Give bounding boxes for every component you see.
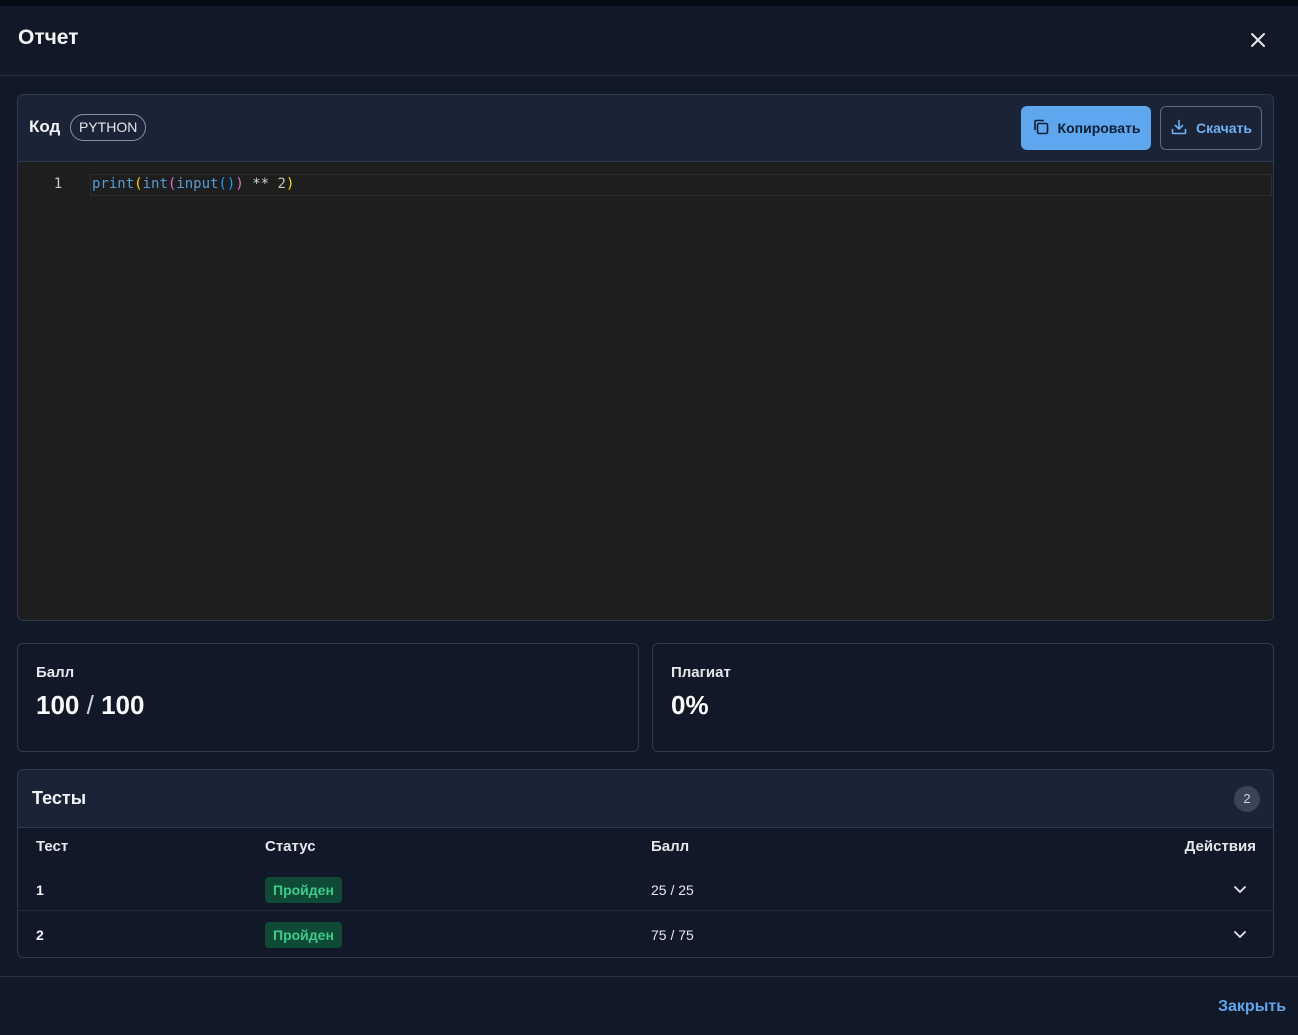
plagiarism-value: 0% [671, 690, 709, 720]
table-row: 1 Пройден 25 / 25 [18, 866, 1273, 911]
score-value: 100 / 100 [36, 690, 144, 721]
modal-footer: Закрыть [0, 976, 1298, 1035]
modal-header: Отчет [0, 6, 1298, 76]
table-row: 2 Пройден 75 / 75 [18, 911, 1273, 956]
download-button[interactable]: Скачать [1160, 106, 1262, 150]
copy-icon [1032, 118, 1050, 139]
copy-button[interactable]: Копировать [1021, 106, 1151, 150]
code-token: ) [235, 176, 244, 192]
code-token: 2 [277, 176, 286, 192]
code-line: 1 print(int(input()) ** 2) [18, 174, 1273, 196]
plagiarism-label: Плагиат [671, 664, 731, 681]
status-badge: Пройден [265, 922, 342, 948]
modal-title: Отчет [18, 26, 79, 49]
download-icon [1170, 118, 1188, 139]
close-icon[interactable] [1246, 28, 1270, 52]
code-token: ** [243, 176, 278, 192]
plagiarism-card: Плагиат 0% [652, 643, 1274, 752]
test-number: 1 [36, 882, 44, 898]
tests-header: Тесты 2 [18, 770, 1273, 828]
download-button-label: Скачать [1196, 120, 1252, 136]
code-panel: Код PYTHON Копировать Скачать 1 print(in… [17, 94, 1274, 621]
code-token: ) [285, 176, 295, 192]
tests-panel: Тесты 2 Тест Статус Балл Действия 1 Прой… [17, 769, 1274, 958]
column-header-score: Балл [651, 838, 690, 855]
score-earned: 100 [36, 690, 80, 720]
tests-count-badge: 2 [1234, 786, 1260, 812]
tests-title: Тесты [32, 788, 87, 808]
close-button[interactable]: Закрыть [1218, 998, 1286, 1016]
copy-button-label: Копировать [1057, 120, 1141, 136]
code-token: int [142, 176, 168, 192]
score-label: Балл [36, 664, 75, 681]
language-chip: PYTHON [70, 114, 147, 141]
code-token: input [176, 176, 219, 192]
chevron-down-icon[interactable] [1231, 925, 1249, 943]
code-label: Код [29, 117, 61, 136]
score-separator: / [79, 690, 102, 720]
score-card: Балл 100 / 100 [17, 643, 639, 752]
report-modal: Отчет Код PYTHON Копировать Скачать 1 pr… [0, 6, 1298, 1035]
code-panel-header: Код PYTHON Копировать Скачать [18, 95, 1273, 162]
status-badge: Пройден [265, 877, 342, 903]
column-header-test: Тест [36, 838, 69, 855]
test-number: 2 [36, 927, 44, 943]
code-token: print [92, 176, 135, 192]
chevron-down-icon[interactable] [1231, 880, 1249, 898]
code-token: ( [134, 176, 143, 192]
test-score: 25 / 25 [651, 882, 694, 898]
code-editor[interactable]: 1 print(int(input()) ** 2) [18, 162, 1273, 620]
code-token: () [218, 176, 236, 192]
score-max: 100 [101, 690, 145, 720]
column-header-status: Статус [265, 838, 316, 855]
column-header-actions: Действия [1184, 838, 1256, 855]
code-text: print(int(input()) ** 2) [92, 176, 294, 192]
test-score: 75 / 75 [651, 927, 694, 943]
line-number: 1 [53, 176, 63, 192]
